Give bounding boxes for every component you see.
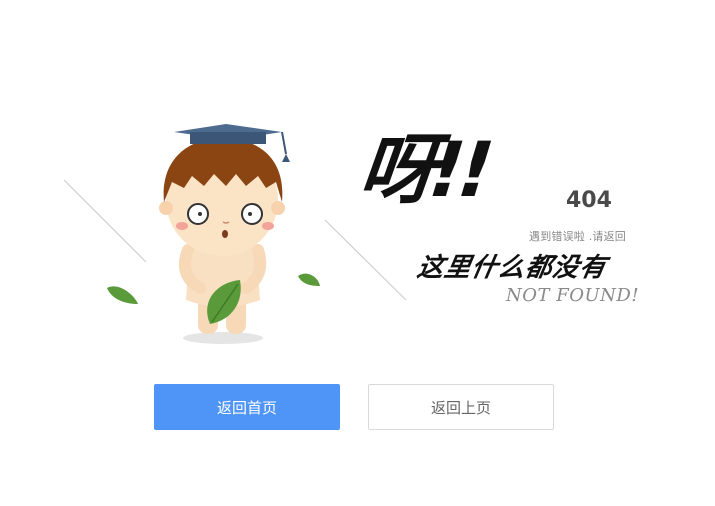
go-home-button[interactable]: 返回首页	[154, 384, 340, 430]
mascot-illustration	[159, 124, 290, 344]
not-found-subtitle: NOT FOUND!	[506, 285, 640, 306]
go-back-button[interactable]: 返回上页	[368, 384, 554, 430]
error-code: 404	[566, 188, 612, 213]
error-headline: 这里什么都没有	[414, 253, 610, 283]
error-page: 呀!! 404 遇到错误啦 .请返回 这里什么都没有 NOT FOUND! 返回…	[0, 0, 715, 506]
error-hint: 遇到错误啦 .请返回	[529, 230, 626, 243]
exclaim-title: 呀!!	[355, 125, 493, 214]
